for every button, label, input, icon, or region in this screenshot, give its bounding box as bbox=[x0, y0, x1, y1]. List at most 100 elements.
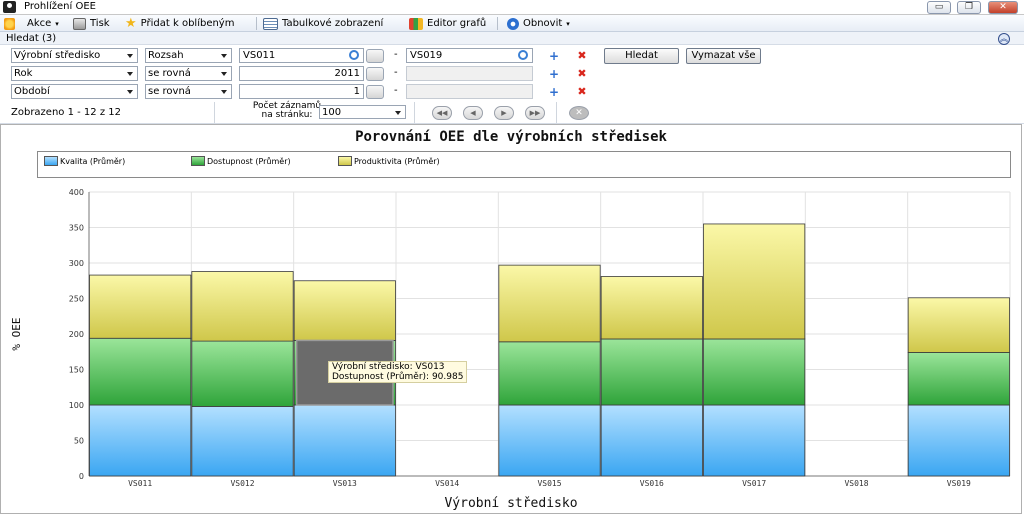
bar-segment bbox=[703, 338, 806, 406]
filter-field-select[interactable]: Období bbox=[11, 84, 138, 99]
next-page-icon: ▶ bbox=[501, 109, 507, 117]
table-view-button[interactable]: Tabulkové zobrazení bbox=[263, 17, 383, 30]
filter-operator-select[interactable]: Rozsah bbox=[145, 48, 232, 63]
clear-value-button[interactable] bbox=[366, 67, 384, 81]
bar-segment bbox=[191, 406, 294, 477]
toolbar-separator bbox=[497, 17, 498, 30]
collapse-icon[interactable]: ︽ bbox=[998, 33, 1010, 45]
first-page-button[interactable]: ◀◀ bbox=[432, 106, 452, 120]
akce-menu[interactable]: Akce ▾ bbox=[4, 17, 59, 30]
filter-operator-select[interactable]: se rovná bbox=[145, 84, 232, 99]
x-axis-label: Výrobní středisko bbox=[444, 496, 577, 511]
filter-value-from[interactable]: 1 bbox=[239, 84, 364, 99]
filter-value-to bbox=[406, 66, 533, 81]
filter-operator-select[interactable]: se rovná bbox=[145, 66, 232, 81]
filter-field-select[interactable]: Výrobní středisko bbox=[11, 48, 138, 63]
clear-all-button[interactable]: Vymazat vše bbox=[686, 48, 761, 64]
range-dash: - bbox=[394, 49, 398, 60]
last-page-button[interactable]: ▶▶ bbox=[525, 106, 545, 120]
legend-swatch bbox=[191, 156, 205, 166]
bar-segment bbox=[600, 276, 703, 340]
previous-page-button[interactable]: ◀ bbox=[463, 106, 483, 120]
y-tick-label: 50 bbox=[74, 437, 84, 446]
legend-label: Kvalita (Průměr) bbox=[60, 156, 126, 166]
legend-item: Dostupnost (Průměr) bbox=[191, 156, 291, 166]
y-tick-label: 300 bbox=[69, 259, 84, 268]
filter-row: Období se rovná 1 - + ✖ bbox=[0, 84, 1024, 100]
clear-value-button[interactable] bbox=[366, 49, 384, 63]
close-button[interactable]: ✕ bbox=[988, 1, 1018, 14]
clear-value-button[interactable] bbox=[366, 85, 384, 99]
search-icon[interactable] bbox=[518, 50, 528, 60]
bar-segment bbox=[293, 280, 396, 341]
chevron-down-icon bbox=[221, 54, 227, 58]
chart-area: Porovnání OEE dle výrobních středisek 0 50… bbox=[0, 124, 1024, 515]
bar-segment bbox=[703, 223, 806, 340]
x-tick-label: VS015 bbox=[537, 479, 561, 488]
bar-segment bbox=[89, 274, 192, 339]
bar-segment bbox=[191, 340, 294, 407]
legend-item: Kvalita (Průměr) bbox=[44, 156, 125, 166]
bar-segment bbox=[600, 338, 703, 406]
chart-editor-button[interactable]: Editor grafů bbox=[409, 17, 486, 30]
remove-condition-icon[interactable]: ✖ bbox=[577, 50, 587, 61]
cancel-button[interactable]: ✕ bbox=[569, 106, 589, 120]
x-tick-label: VS019 bbox=[947, 479, 971, 488]
filter-value-from[interactable]: 2011 bbox=[239, 66, 364, 81]
chevron-down-icon bbox=[127, 90, 133, 94]
pager: Zobrazeno 1 - 12 z 12 Počet záznamů na s… bbox=[0, 101, 1024, 124]
restore-button[interactable]: ❐ bbox=[957, 1, 981, 14]
x-tick-label: VS012 bbox=[230, 479, 254, 488]
next-page-button[interactable]: ▶ bbox=[494, 106, 514, 120]
tooltip-line1: Výrobní středisko: VS013 bbox=[332, 362, 445, 372]
y-axis-label: % OEE bbox=[10, 317, 23, 350]
x-tick-label: VS016 bbox=[640, 479, 664, 488]
print-label: Tisk bbox=[90, 18, 110, 29]
add-condition-icon[interactable]: + bbox=[549, 68, 559, 80]
filter-value-to[interactable]: VS019 bbox=[406, 48, 533, 63]
per-page-select[interactable]: 100 bbox=[319, 105, 406, 119]
chevron-down-icon bbox=[127, 72, 133, 76]
chevron-down-icon bbox=[221, 90, 227, 94]
close-icon: ✕ bbox=[575, 108, 583, 118]
filter-value-from[interactable]: VS011 bbox=[239, 48, 364, 63]
bar-segment bbox=[89, 404, 192, 477]
filter-panel: Výrobní středisko Rozsah VS011 - VS019 +… bbox=[0, 45, 1024, 101]
y-tick-label: 400 bbox=[69, 188, 84, 197]
chevron-down-icon bbox=[395, 111, 401, 115]
bar-segment bbox=[89, 337, 192, 406]
legend-item: Produktivita (Průměr) bbox=[338, 156, 440, 166]
minimize-button[interactable]: ▭ bbox=[927, 1, 951, 14]
print-button[interactable]: Tisk bbox=[73, 17, 110, 30]
legend-label: Dostupnost (Průměr) bbox=[207, 156, 291, 166]
printer-icon bbox=[73, 17, 86, 30]
oee-chart: Porovnání OEE dle výrobních středisek 0 50… bbox=[0, 124, 1022, 514]
refresh-button[interactable]: Obnovit ▾ bbox=[507, 17, 570, 30]
search-button[interactable]: Hledat bbox=[604, 48, 679, 64]
search-icon[interactable] bbox=[349, 50, 359, 60]
bar-segment bbox=[907, 404, 1010, 477]
add-favorite-button[interactable]: ★ Přidat k oblíbeným bbox=[125, 17, 234, 30]
remove-condition-icon[interactable]: ✖ bbox=[577, 86, 587, 97]
x-tick-label: VS017 bbox=[742, 479, 766, 488]
last-page-icon: ▶▶ bbox=[529, 109, 541, 117]
add-condition-icon[interactable]: + bbox=[549, 50, 559, 62]
akce-label: Akce bbox=[27, 18, 52, 29]
filter-value-text: VS019 bbox=[410, 50, 443, 61]
chart-tooltip: Výrobní středisko: VS013 Dostupnost (Prů… bbox=[328, 361, 468, 383]
legend-swatch bbox=[44, 156, 58, 166]
toolbar-separator bbox=[256, 17, 257, 30]
filter-row: Rok se rovná 2011 - + ✖ bbox=[0, 66, 1024, 82]
tooltip-line2: Dostupnost (Průměr): 90.985 bbox=[332, 372, 464, 382]
add-condition-icon[interactable]: + bbox=[549, 86, 559, 98]
range-dash: - bbox=[394, 67, 398, 78]
lightning-icon bbox=[4, 17, 15, 30]
x-tick-label: VS018 bbox=[844, 479, 868, 488]
bar-segment bbox=[293, 404, 396, 477]
pager-separator bbox=[556, 102, 557, 123]
filter-field-select[interactable]: Rok bbox=[11, 66, 138, 81]
filter-title: Hledat (3) bbox=[6, 33, 57, 44]
chart-icon bbox=[409, 17, 423, 30]
remove-condition-icon[interactable]: ✖ bbox=[577, 68, 587, 79]
bar-segment bbox=[498, 264, 601, 343]
